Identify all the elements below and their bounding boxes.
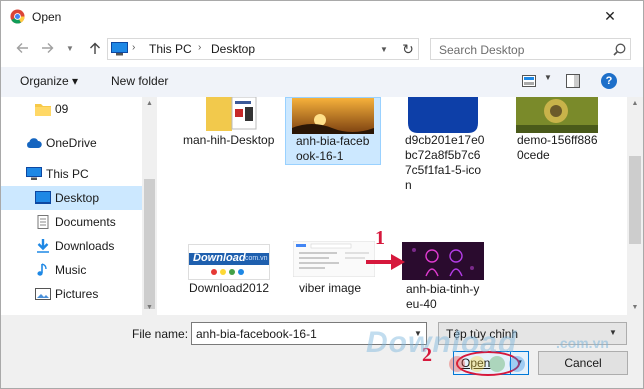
file-name: viber image <box>299 281 362 295</box>
address-bar[interactable]: › This PC › Desktop ▼ ↻ <box>107 38 419 60</box>
file-item[interactable]: demo-156ff8860cede <box>509 97 605 167</box>
breadcrumb-separator: › <box>198 42 202 53</box>
sidebar-item-onedrive[interactable]: OneDrive <box>1 131 142 155</box>
file-thumbnail <box>206 97 257 131</box>
file-thumbnail <box>402 242 484 280</box>
scroll-down-icon[interactable]: ▼ <box>142 301 157 315</box>
breadcrumb-separator: › <box>132 42 136 53</box>
thumbnail-logo-text: Download <box>193 252 246 264</box>
file-name: demo-156ff8860cede <box>517 133 598 162</box>
organize-button[interactable]: Organize ▾ <box>20 74 78 88</box>
annotation-step-1: 1 <box>375 227 385 249</box>
cloud-icon <box>27 138 42 148</box>
sidebar-item-music[interactable]: Music <box>1 258 142 282</box>
pictures-icon <box>35 288 51 300</box>
navigation-pane: 09 OneDrive This PC Desktop Documents Do… <box>1 97 157 315</box>
sidebar-item-label: This PC <box>46 167 89 181</box>
annotation-arrow <box>366 254 405 270</box>
file-name-value[interactable]: anh-bia-facebook-16-1 <box>196 327 317 341</box>
scroll-up-icon[interactable]: ▲ <box>142 97 157 111</box>
sidebar-item-downloads[interactable]: Downloads <box>1 234 142 258</box>
recent-locations-dropdown[interactable]: ▼ <box>59 38 81 58</box>
file-thumbnail <box>516 97 598 133</box>
search-box[interactable]: Search Desktop <box>430 38 631 60</box>
computer-icon <box>111 42 128 56</box>
file-name: anh-bia-tinh-yeu-40 <box>406 282 480 311</box>
file-item[interactable]: anh-bia-tinh-yeu-40 <box>396 242 492 315</box>
file-name: d9cb201e17e0bc72a8f5b7c67c5f1fa1-5-icon <box>405 133 485 192</box>
file-name: anh-bia-facebook-16-1 <box>296 134 370 163</box>
file-thumbnail: Download .com.vn <box>188 244 270 280</box>
sidebar-item-documents[interactable]: Documents <box>1 210 142 234</box>
file-name: Download2012 <box>189 281 270 295</box>
file-name: man-hih-Desktop <box>183 133 275 147</box>
sidebar-scroll-thumb[interactable] <box>144 179 155 309</box>
thumbnail-logo-suffix: .com.vn <box>243 255 268 262</box>
watermark-text: Download <box>366 326 518 359</box>
sidebar-item-label: 09 <box>55 102 69 116</box>
sidebar-item-label: Downloads <box>55 239 115 253</box>
scroll-up-icon[interactable]: ▲ <box>627 97 643 111</box>
view-dropdown[interactable]: ▼ <box>544 73 552 82</box>
watermark-dot <box>489 356 505 372</box>
command-bar: Organize ▾ New folder ▼ ? <box>1 67 643 97</box>
dialog-title: Open <box>32 10 62 24</box>
downloads-icon <box>37 239 49 253</box>
documents-icon <box>37 215 49 229</box>
cancel-button[interactable]: Cancel <box>538 351 628 375</box>
desktop-icon <box>35 191 51 204</box>
refresh-icon[interactable]: ↻ <box>398 40 418 59</box>
forward-button[interactable] <box>36 38 58 58</box>
chevron-down-icon: ▼ <box>609 328 617 337</box>
new-folder-button[interactable]: New folder <box>111 74 168 88</box>
computer-icon <box>26 167 42 180</box>
search-input[interactable]: Search Desktop <box>439 43 524 57</box>
sidebar-item-09[interactable]: 09 <box>1 97 142 121</box>
sidebar-item-label: Pictures <box>55 287 99 301</box>
file-item[interactable]: Download .com.vn Download2012 <box>181 244 277 300</box>
preview-pane-icon[interactable] <box>566 74 580 88</box>
sidebar-item-label: Desktop <box>55 191 100 205</box>
file-thumbnail <box>408 97 478 133</box>
close-button[interactable]: ✕ <box>600 6 620 26</box>
sidebar-item-label: Music <box>55 263 87 277</box>
file-item[interactable]: d9cb201e17e0bc72a8f5b7c67c5f1fa1-5-icon <box>395 97 491 192</box>
up-button[interactable] <box>84 38 106 58</box>
watermark-suffix: .com.vn <box>556 335 609 351</box>
watermark-dot <box>509 356 525 372</box>
file-name-label: File name: <box>132 327 189 341</box>
arrow-left-icon <box>16 43 28 53</box>
scroll-down-icon[interactable]: ▼ <box>627 301 643 315</box>
watermark-dot <box>449 356 465 372</box>
back-button[interactable] <box>11 38 33 58</box>
search-icon <box>613 43 626 56</box>
file-item[interactable]: man-hih-Desktop <box>183 97 279 171</box>
dialog-footer: File name: anh-bia-facebook-16-1 ▼ Tệp t… <box>1 315 643 388</box>
chrome-icon <box>10 9 25 24</box>
sidebar-item-this-pc[interactable]: This PC <box>1 162 142 186</box>
breadcrumb-this-pc[interactable]: This PC <box>149 42 192 56</box>
title-bar: Open ✕ <box>1 1 643 32</box>
watermark-dot <box>469 356 485 372</box>
sidebar-item-desktop[interactable]: Desktop <box>1 186 142 210</box>
address-dropdown[interactable]: ▼ <box>375 41 393 58</box>
help-icon[interactable]: ? <box>601 73 617 89</box>
file-item-selected[interactable]: anh-bia-facebook-16-1 <box>285 97 381 165</box>
music-icon <box>37 263 47 276</box>
arrow-right-icon <box>41 43 53 53</box>
file-list-scroll-thumb[interactable] <box>629 156 641 244</box>
folder-icon <box>35 104 51 116</box>
view-options-icon[interactable] <box>522 75 536 87</box>
open-file-dialog: Open ✕ ▼ › This PC › Desktop ▼ ↻ Search … <box>0 0 644 389</box>
file-thumbnail <box>292 98 374 134</box>
file-list: man-hih-Desktop anh-bia-facebook-16-1 d9… <box>157 97 643 315</box>
breadcrumb-desktop[interactable]: Desktop <box>211 42 255 56</box>
file-thumbnail <box>293 241 375 277</box>
sidebar-item-label: OneDrive <box>46 136 97 150</box>
arrow-up-icon <box>90 42 100 54</box>
sidebar-item-pictures[interactable]: Pictures <box>1 282 142 306</box>
sidebar-item-label: Documents <box>55 215 116 229</box>
